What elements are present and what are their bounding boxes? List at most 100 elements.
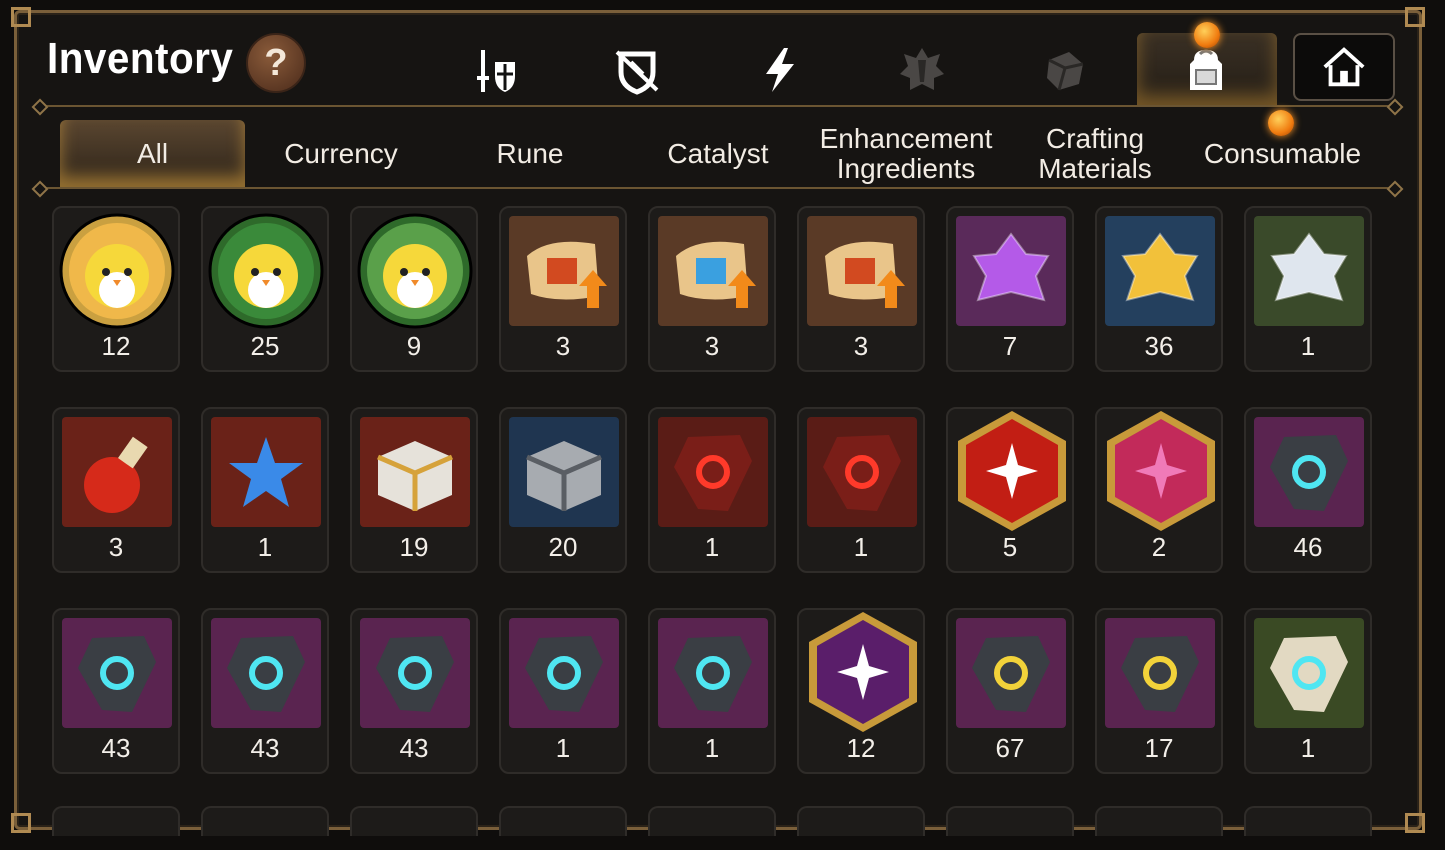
stone-purple-armor-icon	[211, 618, 321, 728]
item-slot[interactable]	[797, 806, 925, 836]
sword-shield-icon[interactable]	[465, 40, 525, 100]
item-slot[interactable]: 7	[946, 206, 1074, 372]
item-slot[interactable]: 2	[1095, 407, 1223, 573]
item-slot[interactable]: 25	[201, 206, 329, 372]
tab-rune[interactable]: Rune	[440, 120, 620, 188]
crystal-gold-icon	[1105, 216, 1215, 326]
item-slot[interactable]: 43	[201, 608, 329, 774]
mascot-gold-icon	[58, 212, 176, 330]
item-quantity: 12	[101, 331, 131, 361]
item-quantity: 12	[846, 733, 876, 763]
item-slot[interactable]	[201, 806, 329, 836]
item-quantity: 2	[1151, 532, 1167, 562]
stone-red-ring-icon	[658, 417, 768, 527]
tab-all[interactable]: All	[60, 120, 245, 188]
item-quantity: 1	[1300, 331, 1316, 361]
item-slot[interactable]: 67	[946, 608, 1074, 774]
item-quantity: 1	[853, 532, 869, 562]
item-slot[interactable]: 12	[52, 206, 180, 372]
scroll-rainbow-icon	[658, 216, 768, 326]
item-slot[interactable]	[52, 806, 180, 836]
stone-purple-ring-icon	[509, 618, 619, 728]
help-button[interactable]: ?	[246, 33, 306, 93]
mascot-leaf-icon	[356, 212, 474, 330]
chest-gold-icon	[360, 417, 470, 527]
tab-currency[interactable]: Currency	[250, 120, 432, 188]
item-quantity: 36	[1144, 331, 1174, 361]
item-slot[interactable]: 1	[1244, 206, 1372, 372]
item-slot[interactable]: 3	[797, 206, 925, 372]
divider	[40, 187, 1395, 189]
stone-green-sword-icon	[1254, 618, 1364, 728]
frame-corner	[1405, 7, 1425, 27]
item-slot[interactable]: 3	[499, 206, 627, 372]
item-slot[interactable]: 20	[499, 407, 627, 573]
hex-purple-star-icon	[805, 610, 921, 734]
crest-icon[interactable]	[892, 40, 952, 100]
item-slot[interactable]: 43	[350, 608, 478, 774]
notification-dot	[1194, 22, 1220, 48]
item-quantity: 3	[704, 331, 720, 361]
item-slot[interactable]: 3	[648, 206, 776, 372]
item-slot[interactable]: 12	[797, 608, 925, 774]
item-quantity: 17	[1144, 733, 1174, 763]
scroll-red-icon	[807, 216, 917, 326]
hex-pink-potion-icon	[1103, 409, 1219, 533]
crystal-purple-icon	[956, 216, 1066, 326]
item-quantity: 1	[555, 733, 571, 763]
item-quantity: 1	[1300, 733, 1316, 763]
item-slot[interactable]: 1	[499, 608, 627, 774]
lightning-icon[interactable]	[750, 40, 810, 100]
dice-icon[interactable]	[1035, 40, 1095, 100]
scroll-dragon-icon	[509, 216, 619, 326]
item-slot[interactable]: 9	[350, 206, 478, 372]
item-quantity: 7	[1002, 331, 1018, 361]
page-title: Inventory	[47, 34, 234, 83]
item-quantity: 19	[399, 532, 429, 562]
item-slot[interactable]: 46	[1244, 407, 1372, 573]
stone-red-amulet-icon	[807, 417, 917, 527]
item-slot[interactable]	[1244, 806, 1372, 836]
item-slot[interactable]: 19	[350, 407, 478, 573]
stone-purple-hammer-icon	[956, 618, 1066, 728]
item-quantity: 1	[704, 733, 720, 763]
tab-catalyst[interactable]: Catalyst	[628, 120, 808, 188]
potion-red-icon	[62, 417, 172, 527]
tab-crafting-materials[interactable]: Crafting Materials	[1010, 120, 1180, 188]
item-slot[interactable]: 3	[52, 407, 180, 573]
stone-purple-helm-icon	[62, 618, 172, 728]
item-slot[interactable]: 1	[1244, 608, 1372, 774]
crystal-silver-icon	[1254, 216, 1364, 326]
divider	[40, 105, 1395, 107]
item-slot[interactable]: 36	[1095, 206, 1223, 372]
item-quantity: 43	[250, 733, 280, 763]
item-quantity: 3	[555, 331, 571, 361]
item-slot[interactable]: 5	[946, 407, 1074, 573]
item-quantity: 67	[995, 733, 1025, 763]
item-slot[interactable]: 1	[648, 407, 776, 573]
tab-enhancement-ingredients[interactable]: Enhancement Ingredients	[808, 120, 1004, 188]
item-slot[interactable]	[350, 806, 478, 836]
item-slot[interactable]: 1	[797, 407, 925, 573]
item-slot[interactable]: 17	[1095, 608, 1223, 774]
item-quantity: 3	[108, 532, 124, 562]
frame-corner	[1405, 813, 1425, 833]
item-slot[interactable]	[648, 806, 776, 836]
item-slot[interactable]	[499, 806, 627, 836]
item-slot[interactable]	[946, 806, 1074, 836]
stone-purple-exclaim-icon	[1105, 618, 1215, 728]
item-quantity: 25	[250, 331, 280, 361]
item-slot[interactable]: 1	[201, 407, 329, 573]
broken-shield-icon[interactable]	[607, 40, 667, 100]
backpack-icon[interactable]	[1176, 40, 1236, 100]
item-slot[interactable]: 1	[648, 608, 776, 774]
stone-purple-boots-icon	[360, 618, 470, 728]
item-quantity: 1	[704, 532, 720, 562]
item-quantity: 1	[257, 532, 273, 562]
house-button[interactable]	[1293, 33, 1395, 101]
chest-silver-icon	[509, 417, 619, 527]
item-quantity: 3	[853, 331, 869, 361]
house-icon	[1323, 47, 1365, 87]
item-slot[interactable]: 43	[52, 608, 180, 774]
item-slot[interactable]	[1095, 806, 1223, 836]
